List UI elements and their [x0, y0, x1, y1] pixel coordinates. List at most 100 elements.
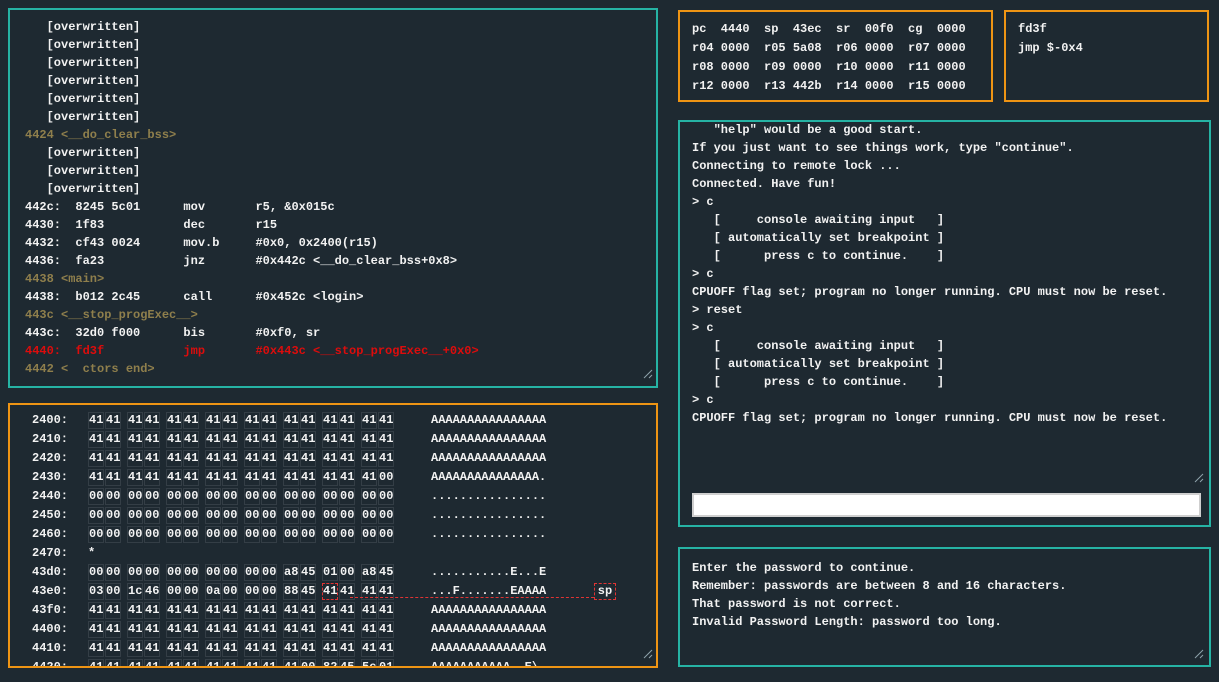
memory-row[interactable]: 2460:00000000000000000000000000000000...…: [18, 525, 656, 544]
memory-byte[interactable]: 41: [300, 602, 316, 619]
memory-byte[interactable]: 41: [339, 412, 355, 429]
memory-byte[interactable]: 41: [88, 450, 104, 467]
memory-byte[interactable]: 41: [205, 640, 221, 657]
memory-byte[interactable]: 41: [183, 412, 199, 429]
memory-byte[interactable]: 41: [166, 621, 182, 638]
memory-byte[interactable]: 41: [127, 431, 143, 448]
disassembly-listing[interactable]: [overwritten] [overwritten] [overwritten…: [10, 10, 656, 386]
memory-byte[interactable]: 00: [144, 526, 160, 543]
memory-byte[interactable]: 00: [339, 526, 355, 543]
memory-byte[interactable]: 41: [222, 450, 238, 467]
memory-byte[interactable]: 00: [378, 526, 394, 543]
memory-byte[interactable]: 45: [300, 583, 316, 600]
memory-byte[interactable]: 41: [222, 659, 238, 666]
memory-byte[interactable]: 00: [183, 488, 199, 505]
memory-byte[interactable]: 41: [322, 640, 338, 657]
memory-byte[interactable]: 00: [166, 583, 182, 600]
memory-row[interactable]: 2410:41414141414141414141414141414141AAA…: [18, 430, 656, 449]
memory-byte[interactable]: 41: [322, 412, 338, 429]
memory-row[interactable]: 2430:41414141414141414141414141414100AAA…: [18, 468, 656, 487]
memory-byte[interactable]: 00: [105, 583, 121, 600]
memory-byte[interactable]: 00: [378, 488, 394, 505]
memory-byte[interactable]: 41: [244, 431, 260, 448]
memory-byte[interactable]: 00: [127, 526, 143, 543]
memory-byte[interactable]: 00: [183, 583, 199, 600]
memory-byte[interactable]: 00: [205, 564, 221, 581]
memory-byte[interactable]: 41: [339, 621, 355, 638]
memory-byte[interactable]: 41: [127, 621, 143, 638]
memory-byte[interactable]: 41: [261, 412, 277, 429]
memory-byte[interactable]: 41: [322, 431, 338, 448]
memory-byte[interactable]: 41: [300, 621, 316, 638]
disasm-line[interactable]: 4424 <__do_clear_bss>: [25, 126, 656, 144]
memory-byte[interactable]: 00: [205, 507, 221, 524]
memory-byte[interactable]: 41: [183, 602, 199, 619]
disasm-line[interactable]: [overwritten]: [25, 162, 656, 180]
memory-byte[interactable]: 41: [244, 412, 260, 429]
memory-row[interactable]: 2470:*: [18, 544, 656, 563]
disasm-line[interactable]: 4430: 1f83 dec r15: [25, 216, 656, 234]
resize-handle-icon[interactable]: [643, 649, 653, 663]
memory-byte[interactable]: 41: [183, 640, 199, 657]
memory-byte[interactable]: 00: [378, 469, 394, 486]
memory-byte[interactable]: 00: [244, 564, 260, 581]
memory-byte[interactable]: 41: [378, 412, 394, 429]
memory-byte[interactable]: 41: [283, 412, 299, 429]
memory-byte[interactable]: 41: [144, 659, 160, 666]
memory-byte[interactable]: 00: [144, 564, 160, 581]
memory-byte[interactable]: 41: [283, 450, 299, 467]
disasm-line[interactable]: 443c: 32d0 f000 bis #0xf0, sr: [25, 324, 656, 342]
memory-byte[interactable]: 41: [144, 621, 160, 638]
memory-byte[interactable]: 46: [144, 583, 160, 600]
disasm-line[interactable]: 4440: fd3f jmp #0x443c <__stop_progExec_…: [25, 342, 656, 360]
memory-byte[interactable]: 41: [88, 431, 104, 448]
memory-byte[interactable]: 41: [339, 469, 355, 486]
memory-byte[interactable]: 41: [378, 450, 394, 467]
memory-byte[interactable]: 00: [144, 507, 160, 524]
memory-byte[interactable]: 00: [127, 488, 143, 505]
memory-row[interactable]: 4420:41414141414141414141410082455c01AAA…: [18, 658, 656, 666]
memory-byte[interactable]: 00: [378, 507, 394, 524]
disasm-line[interactable]: [overwritten]: [25, 108, 656, 126]
memory-byte[interactable]: 00: [300, 526, 316, 543]
memory-byte[interactable]: 41: [300, 412, 316, 429]
memory-byte[interactable]: 00: [166, 564, 182, 581]
memory-byte[interactable]: 41: [222, 602, 238, 619]
memory-byte[interactable]: 00: [322, 526, 338, 543]
memory-byte[interactable]: 41: [261, 431, 277, 448]
memory-byte[interactable]: 00: [105, 564, 121, 581]
memory-byte[interactable]: 41: [205, 431, 221, 448]
resize-handle-icon[interactable]: [643, 369, 653, 383]
memory-byte[interactable]: 41: [105, 659, 121, 666]
memory-byte[interactable]: 41: [339, 431, 355, 448]
memory-byte[interactable]: 41: [322, 583, 338, 600]
memory-byte[interactable]: 41: [261, 640, 277, 657]
memory-byte[interactable]: 00: [105, 526, 121, 543]
memory-byte[interactable]: 41: [166, 450, 182, 467]
memory-byte[interactable]: 01: [322, 564, 338, 581]
memory-row[interactable]: 2400:41414141414141414141414141414141AAA…: [18, 411, 656, 430]
memory-byte[interactable]: 41: [105, 412, 121, 429]
memory-byte[interactable]: 41: [127, 640, 143, 657]
memory-byte[interactable]: 41: [166, 431, 182, 448]
memory-byte[interactable]: 41: [144, 431, 160, 448]
memory-byte[interactable]: 00: [127, 564, 143, 581]
memory-byte[interactable]: 41: [88, 659, 104, 666]
memory-byte[interactable]: 1c: [127, 583, 143, 600]
memory-byte[interactable]: 41: [283, 602, 299, 619]
memory-byte[interactable]: 41: [339, 640, 355, 657]
memory-byte[interactable]: 41: [105, 621, 121, 638]
memory-byte[interactable]: 00: [127, 507, 143, 524]
memory-byte[interactable]: 00: [283, 507, 299, 524]
memory-byte[interactable]: 41: [166, 659, 182, 666]
memory-byte[interactable]: 01: [378, 659, 394, 666]
memory-byte[interactable]: 00: [261, 583, 277, 600]
memory-byte[interactable]: 00: [339, 564, 355, 581]
memory-byte[interactable]: 00: [300, 507, 316, 524]
register-row[interactable]: r08 0000 r09 0000 r10 0000 r11 0000: [692, 58, 991, 77]
memory-byte[interactable]: 41: [127, 602, 143, 619]
memory-byte[interactable]: 41: [183, 659, 199, 666]
disasm-line[interactable]: [overwritten]: [25, 72, 656, 90]
memory-byte[interactable]: 00: [261, 564, 277, 581]
memory-byte[interactable]: 41: [88, 469, 104, 486]
